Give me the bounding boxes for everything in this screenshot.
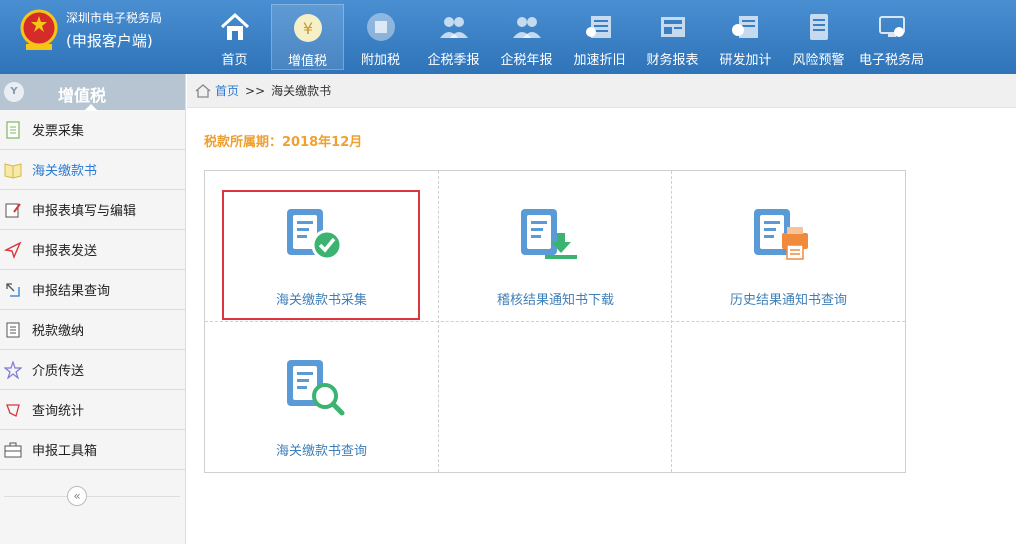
sidebar-item-label: 发票采集 — [32, 124, 85, 139]
toolbox-icon — [4, 442, 22, 457]
sidebar-item-form-send[interactable]: 申报表发送 — [0, 230, 185, 270]
tile-label: 海关缴款书查询 — [275, 444, 367, 459]
doc-download-icon — [521, 209, 577, 259]
svg-text:¥: ¥ — [302, 19, 312, 38]
nav-label: 电子税务局 — [858, 53, 924, 68]
sidebar-item-label: 介质传送 — [32, 364, 85, 379]
sidebar-item-label: 申报工具箱 — [32, 444, 98, 459]
app-name: 深圳市电子税务局 — [66, 11, 163, 25]
nav-quarterly-tax[interactable]: 企税季报 — [417, 0, 490, 74]
sidebar-item-form-edit[interactable]: 申报表填写与编辑 — [0, 190, 185, 230]
nav-surtax[interactable]: 附加税 — [344, 0, 417, 74]
edit-icon — [5, 202, 21, 217]
national-emblem-icon — [20, 9, 58, 50]
nav-label: 附加税 — [360, 53, 400, 68]
doc-search-icon — [287, 360, 345, 416]
sidebar-item-label: 申报表发送 — [32, 244, 98, 259]
sidebar-item-result-query[interactable]: 申报结果查询 — [0, 270, 185, 310]
nav-label: 研发加计 — [719, 53, 772, 68]
breadcrumb-current: 海关缴款书 — [271, 84, 332, 98]
nav-risk-alert[interactable]: 风险预警 — [782, 0, 855, 74]
result-search-icon — [6, 282, 20, 297]
sidebar-item-toolbox[interactable]: 申报工具箱 — [0, 430, 185, 470]
tile-label: 历史结果通知书查询 — [729, 293, 847, 308]
users-icon — [439, 17, 468, 38]
nav-rd-deduction[interactable]: 研发加计 — [709, 0, 782, 74]
document-icon — [6, 120, 20, 139]
nav-label: 财务报表 — [646, 53, 699, 68]
sidebar-divider — [4, 496, 180, 497]
sidebar-header: Y 增值税 — [0, 74, 185, 111]
nav-financial-report[interactable]: 财务报表 — [636, 0, 709, 74]
nav-depreciation[interactable]: 加速折旧 — [563, 0, 636, 74]
nav-label: 企税季报 — [427, 53, 480, 68]
star-icon — [4, 360, 22, 379]
sidebar-item-label: 查询统计 — [32, 404, 85, 419]
sidebar-item-customs-payment[interactable]: 海关缴款书 — [0, 150, 185, 190]
sidebar-item-label: 税款缴纳 — [32, 324, 85, 339]
nav-label: 首页 — [221, 53, 248, 68]
nav-annual-tax[interactable]: 企税年报 — [490, 0, 563, 74]
yuan-coin-icon: ¥ — [293, 14, 322, 42]
tax-period-label: 税款所属期：2018年12月 — [204, 135, 363, 150]
nav-label: 企税年报 — [500, 53, 553, 68]
sidebar-notch — [84, 104, 98, 111]
breadcrumb-home-link[interactable]: 首页 — [215, 82, 239, 99]
sidebar-item-media-transfer[interactable]: 介质传送 — [0, 350, 185, 390]
doc-print-icon — [754, 209, 808, 260]
sidebar-item-invoice-collect[interactable]: 发票采集 — [0, 110, 185, 150]
sidebar-collapse-button[interactable]: « — [67, 486, 87, 506]
nav-home[interactable]: 首页 — [198, 0, 271, 74]
sidebar-item-label: 申报结果查询 — [32, 284, 111, 299]
nav-label: 风险预警 — [792, 53, 845, 68]
top-nav: 首页 ¥ 增值税 附加税 企税季报 企税年报 加速折旧 财务报表 研发加计 风险… — [198, 0, 928, 74]
document-icon — [809, 14, 828, 40]
sidebar: Y 增值税 发票采集 海关缴款书 申报表填写与编辑 申报表发送 申报结果查询 税… — [0, 74, 186, 544]
sidebar-item-tax-payment[interactable]: 税款缴纳 — [0, 310, 185, 350]
app-subtitle: (申报客户端) — [66, 32, 153, 50]
nav-label: 加速折旧 — [573, 53, 626, 68]
home-icon — [195, 83, 211, 98]
sidebar-item-label: 海关缴款书 — [32, 164, 98, 179]
money-list-icon — [731, 16, 758, 38]
sidebar-item-label: 申报表填写与编辑 — [32, 204, 137, 219]
sidebar-title: 增值税 — [58, 86, 107, 105]
nav-e-tax-bureau[interactable]: 电子税务局 — [855, 0, 928, 74]
breadcrumb-separator: >> — [245, 83, 266, 98]
breadcrumb: 首页 >> 海关缴款书 — [187, 74, 1016, 108]
app-header: 深圳市电子税务局 (申报客户端) 首页 ¥ 增值税 附加税 企税季报 企税年报 … — [0, 0, 1016, 74]
nav-vat[interactable]: ¥ 增值税 — [271, 4, 344, 70]
yuan-coin-icon: Y — [4, 82, 24, 102]
nav-label: 增值税 — [287, 54, 327, 69]
coin-icon — [366, 13, 395, 41]
tile-label: 稽核结果通知书下载 — [496, 293, 614, 308]
tile-customs-query[interactable]: 海关缴款书查询 — [205, 322, 438, 473]
home-icon — [220, 12, 249, 40]
report-icon — [660, 17, 685, 37]
sidebar-item-query-stats[interactable]: 查询统计 — [0, 390, 185, 430]
monitor-icon — [878, 16, 905, 37]
list-icon — [585, 16, 611, 38]
send-icon — [4, 241, 22, 259]
tile-audit-download[interactable]: 稽核结果通知书下载 — [439, 171, 672, 322]
list-icon — [6, 322, 20, 337]
selection-highlight-box — [222, 190, 420, 320]
users-icon — [512, 17, 541, 38]
stats-icon — [6, 403, 20, 417]
book-icon — [4, 162, 22, 179]
tile-history-query[interactable]: 历史结果通知书查询 — [672, 171, 905, 322]
